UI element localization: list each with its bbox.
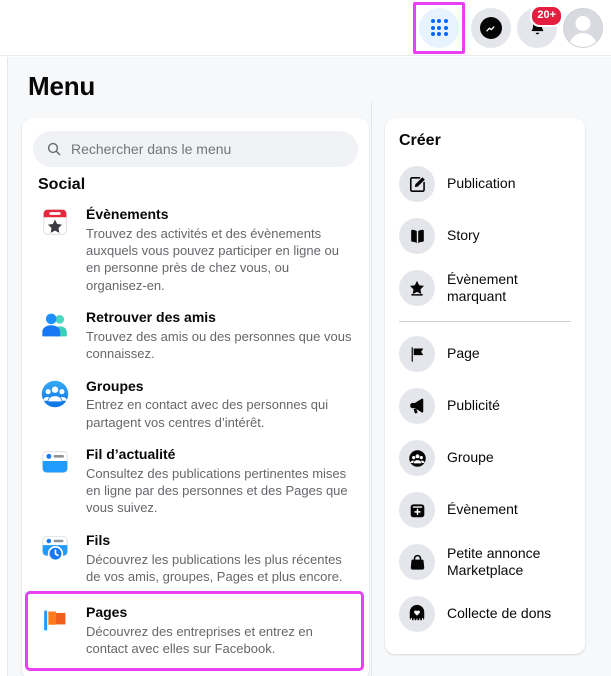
menu-item-label: Pages — [86, 604, 128, 621]
menu-item-label: Fils — [86, 531, 111, 548]
create-item-publication[interactable]: Publication — [395, 158, 575, 210]
menu-item-text: Fil d’actualité Consultez des publicatio… — [86, 445, 353, 517]
create-item-label: Story — [447, 227, 480, 244]
menu-item-evenements[interactable]: Évènements Trouvez des activités et des … — [30, 198, 361, 301]
menu-item-label: Groupes — [86, 377, 144, 394]
create-item-label: Publicité — [447, 397, 500, 414]
compose-post-icon — [399, 166, 435, 202]
social-card: Social Évènements — [22, 118, 369, 676]
menu-item-description: Trouvez des amis ou des personnes que vo… — [86, 328, 352, 362]
create-item-petite-annonce-marketplace[interactable]: Petite annonce Marketplace — [395, 536, 575, 588]
menu-page: Menu Social — [7, 57, 611, 676]
fundraiser-heart-icon — [399, 596, 435, 632]
groups-icon — [38, 377, 74, 413]
marketplace-bag-icon — [399, 544, 435, 580]
menu-item-description: Entrez en contact avec des personnes qui… — [86, 397, 329, 430]
notifications-count-badge: 20+ — [530, 4, 563, 27]
menu-item-groupes[interactable]: Groupes Entrez en contact avec des perso… — [30, 370, 361, 438]
page-title: Menu — [28, 71, 96, 101]
menu-item-pages[interactable]: Pages Découvrez des entreprises et entre… — [25, 591, 364, 671]
menu-item-description: Trouvez des activités et des évènements … — [86, 225, 339, 293]
create-column: Créer Publication Story Évènement marqua… — [371, 102, 599, 676]
feeds-clock-icon — [38, 531, 74, 567]
search-menu-bar[interactable] — [33, 131, 358, 167]
create-item-evenement[interactable]: Évènement — [395, 484, 575, 536]
create-item-label: Groupe — [447, 449, 494, 466]
menu-item-label: Fil d’actualité — [86, 445, 176, 462]
menu-item-retrouver-des-amis[interactable]: Retrouver des amis Trouvez des amis ou d… — [30, 301, 361, 369]
search-icon — [46, 141, 62, 157]
search-input[interactable] — [71, 141, 345, 157]
menu-item-text: Pages Découvrez des entreprises et entre… — [86, 603, 351, 657]
menu-item-description: Découvrez les publications les plus réce… — [86, 551, 343, 584]
menu-grid-highlight-box — [413, 1, 465, 54]
menu-item-text: Évènements Trouvez des activités et des … — [86, 205, 353, 294]
menu-grid-icon — [430, 19, 448, 36]
create-item-label: Page — [447, 345, 480, 362]
find-friends-icon — [38, 308, 74, 344]
create-item-collecte-de-dons[interactable]: Collecte de dons — [395, 588, 575, 640]
avatar-body — [569, 32, 597, 47]
menu-item-description: Découvrez des entreprises et entrez en c… — [86, 624, 313, 657]
top-navigation-bar: 20+ — [0, 0, 611, 56]
pages-flag-icon — [38, 603, 74, 639]
create-item-groupe[interactable]: Groupe — [395, 432, 575, 484]
menu-item-text: Retrouver des amis Trouvez des amis ou d… — [86, 308, 353, 362]
menu-columns: Social Évènements — [8, 102, 611, 676]
create-item-label: Évènement — [447, 501, 518, 518]
topbar-icon-group: 20+ — [413, 1, 603, 54]
events-calendar-star-icon — [38, 205, 74, 241]
story-book-icon — [399, 218, 435, 254]
create-item-label: Publication — [447, 175, 516, 192]
create-item-publicite[interactable]: Publicité — [395, 380, 575, 432]
menu-item-description: Consultez des publications pertinentes m… — [86, 465, 348, 516]
menu-item-text: Groupes Entrez en contact avec des perso… — [86, 377, 353, 431]
menu-item-fils[interactable]: Fils Découvrez les publications les plus… — [30, 524, 361, 592]
news-feed-icon — [38, 445, 74, 481]
account-avatar[interactable] — [563, 7, 603, 48]
messenger-icon — [480, 16, 502, 39]
messenger-button[interactable] — [471, 7, 511, 48]
create-item-label: Petite annonce Marketplace — [447, 544, 541, 579]
event-plus-icon — [399, 492, 435, 528]
screen: 20+ Menu Rechercher dans le menu Social … — [0, 0, 611, 676]
menu-item-label: Évènements — [86, 206, 169, 222]
page-flag-icon — [399, 336, 435, 372]
create-item-evenement-marquant[interactable]: Évènement marquant — [395, 262, 575, 314]
group-people-icon — [399, 440, 435, 476]
create-item-story[interactable]: Story — [395, 210, 575, 262]
notifications-button[interactable]: 20+ — [517, 4, 563, 48]
create-divider — [399, 321, 571, 322]
create-section-title: Créer — [399, 132, 441, 149]
menu-item-fil-dactualite[interactable]: Fil d’actualité Consultez des publicatio… — [30, 438, 361, 524]
life-event-star-icon — [399, 270, 435, 306]
social-section-title: Social — [38, 176, 86, 193]
create-card: Créer Publication Story Évènement marqua… — [385, 118, 585, 654]
menu-item-label: Retrouver des amis — [86, 309, 216, 326]
ad-megaphone-icon — [399, 388, 435, 424]
social-column: Social Évènements — [8, 118, 371, 676]
menu-grid-button[interactable] — [419, 7, 459, 48]
avatar-head — [575, 15, 591, 31]
create-item-label: Évènement marquant — [447, 270, 518, 305]
menu-item-text: Fils Découvrez les publications les plus… — [86, 531, 353, 585]
create-item-page[interactable]: Page — [395, 328, 575, 380]
create-item-label: Collecte de dons — [447, 605, 552, 622]
